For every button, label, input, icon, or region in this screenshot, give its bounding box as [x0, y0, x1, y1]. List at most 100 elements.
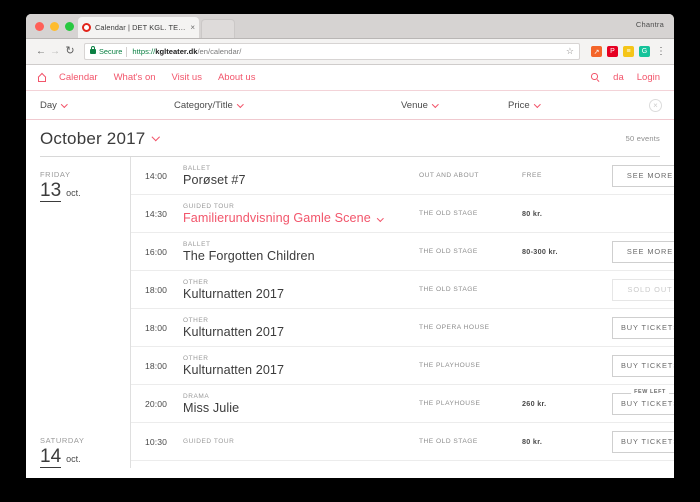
event-category: OTHER — [183, 279, 419, 286]
event-row[interactable]: 16:00BALLETThe Forgotten ChildrenTHE OLD… — [131, 233, 674, 271]
day-weekday: FRIDAY — [40, 170, 130, 179]
event-main: OTHERKulturnatten 2017 — [183, 355, 419, 377]
event-title-row: Kulturnatten 2017 — [183, 325, 419, 339]
clear-filters-button[interactable]: × — [649, 99, 662, 112]
day-number: 14 — [40, 447, 61, 468]
filter-venue[interactable]: Venue — [401, 100, 439, 111]
tab-favicon-icon — [82, 23, 91, 32]
analytics-extension-icon[interactable]: ↗ — [591, 46, 602, 57]
event-row[interactable]: 18:00OTHERKulturnatten 2017THE OPERA HOU… — [131, 309, 674, 347]
event-title-row: Porøset #7 — [183, 173, 419, 187]
buy-tickets-button[interactable]: BUY TICKETS — [612, 393, 674, 415]
event-price: 80 kr. — [522, 209, 612, 218]
event-price: FREE — [522, 172, 612, 179]
event-action: SEE MORE — [612, 241, 674, 263]
filter-category-label: Category/Title — [174, 100, 233, 111]
event-row[interactable]: 14:30GUIDED TOURFamilierundvisning Gamle… — [131, 195, 674, 233]
url-host: kglteater.dk — [155, 47, 197, 56]
event-category: GUIDED TOUR — [183, 438, 419, 445]
chevron-down-icon[interactable] — [153, 134, 159, 140]
event-category: DRAMA — [183, 393, 419, 400]
day-label-column: FRIDAY 13oct. — [26, 157, 130, 423]
filter-price[interactable]: Price — [508, 100, 541, 111]
buy-tickets-button[interactable]: BUY TICKETS — [612, 431, 674, 453]
see-more-button[interactable]: SEE MORE — [612, 241, 674, 263]
profile-name[interactable]: Chantra — [636, 20, 664, 29]
event-title[interactable]: Kulturnatten 2017 — [183, 325, 284, 339]
sold-out-button: SOLD OUT — [612, 279, 674, 301]
window-controls[interactable] — [35, 22, 74, 31]
close-window-button[interactable] — [35, 22, 44, 31]
event-time: 10:30 — [145, 437, 183, 447]
event-title[interactable]: Familierundvisning Gamle Scene — [183, 211, 371, 225]
browser-toolbar: ← → ↻ Secure https:// kglteater.dk /en/c… — [26, 39, 674, 65]
event-row[interactable]: 18:00OTHERKulturnatten 2017THE PLAYHOUSE… — [131, 347, 674, 385]
new-tab-button[interactable] — [201, 19, 235, 38]
filter-day[interactable]: Day — [40, 100, 68, 111]
day-month-abbr: oct. — [66, 454, 81, 464]
maximize-window-button[interactable] — [65, 22, 74, 31]
chevron-down-icon[interactable] — [378, 216, 384, 222]
event-venue: OUT AND ABOUT — [419, 172, 522, 179]
search-icon[interactable] — [591, 73, 600, 82]
event-title[interactable]: Porøset #7 — [183, 173, 246, 187]
event-title[interactable]: The Forgotten Children — [183, 249, 315, 263]
nav-link-about-us[interactable]: About us — [218, 72, 256, 83]
event-time: 18:00 — [145, 361, 183, 371]
see-more-button[interactable]: SEE MORE — [612, 165, 674, 187]
home-icon[interactable] — [38, 73, 48, 82]
bookmark-star-icon[interactable]: ☆ — [566, 46, 574, 57]
event-row[interactable]: 18:00OTHERKulturnatten 2017THE OLD STAGE… — [131, 271, 674, 309]
notes-extension-icon[interactable]: ≡ — [623, 46, 634, 57]
event-time: 16:00 — [145, 247, 183, 257]
event-list: 14:00BALLETPorøset #7OUT AND ABOUTFREESE… — [130, 157, 674, 423]
event-row[interactable]: 20:00DRAMAMiss JulieTHE PLAYHOUSE260 kr.… — [131, 385, 674, 423]
event-main: GUIDED TOUR — [183, 438, 419, 446]
event-title-row: Kulturnatten 2017 — [183, 287, 419, 301]
event-action-wrap: BUY TICKETS — [612, 431, 674, 453]
lock-icon — [90, 49, 96, 54]
event-venue: THE OLD STAGE — [419, 438, 522, 445]
event-title-row: Miss Julie — [183, 401, 419, 415]
event-row[interactable]: 14:00BALLETPorøset #7OUT AND ABOUTFREESE… — [131, 157, 674, 195]
day-number: 13 — [40, 181, 61, 202]
day-date: 13oct. — [40, 181, 130, 202]
event-title[interactable]: Kulturnatten 2017 — [183, 363, 284, 377]
nav-link-calendar[interactable]: Calendar — [59, 72, 98, 83]
chevron-down-icon — [433, 102, 439, 108]
language-toggle[interactable]: da — [613, 72, 624, 83]
buy-tickets-button[interactable]: BUY TICKETS — [612, 317, 674, 339]
event-row[interactable]: 10:30GUIDED TOURTHE OLD STAGE80 kr.BUY T… — [131, 423, 674, 461]
browser-tab[interactable]: Calendar | DET KGL. TEATER × — [78, 17, 199, 38]
back-button[interactable]: ← — [34, 47, 48, 57]
grammar-extension-icon[interactable]: G — [639, 46, 650, 57]
login-link[interactable]: Login — [637, 72, 660, 83]
nav-link-visit-us[interactable]: Visit us — [172, 72, 202, 83]
event-action: SEE MORE — [612, 165, 674, 187]
event-time: 18:00 — [145, 323, 183, 333]
pinterest-extension-icon[interactable]: P — [607, 46, 618, 57]
buy-tickets-button[interactable]: BUY TICKETS — [612, 355, 674, 377]
event-action-wrap: SOLD OUT — [612, 279, 674, 301]
event-title[interactable]: Kulturnatten 2017 — [183, 287, 284, 301]
few-left-badge: FEW LEFT — [631, 389, 669, 395]
site-navbar: Calendar What's on Visit us About us da … — [26, 65, 674, 91]
event-venue: THE PLAYHOUSE — [419, 400, 522, 407]
filter-category-title[interactable]: Category/Title — [174, 100, 244, 111]
tab-close-icon[interactable]: × — [190, 23, 195, 32]
event-title[interactable]: Miss Julie — [183, 401, 239, 415]
chevron-down-icon — [535, 102, 541, 108]
event-venue: THE OPERA HOUSE — [419, 324, 522, 331]
screen: Calendar | DET KGL. TEATER × Chantra ← →… — [0, 0, 700, 502]
month-header: October 2017 50 events — [26, 120, 674, 157]
address-bar[interactable]: Secure https:// kglteater.dk /en/calenda… — [84, 43, 580, 60]
forward-button[interactable]: → — [48, 47, 62, 57]
browser-menu-icon[interactable]: ⋮ — [656, 47, 666, 57]
minimize-window-button[interactable] — [50, 22, 59, 31]
event-action: BUY TICKETS — [612, 431, 674, 453]
events-count: 50 events — [626, 134, 660, 143]
nav-link-whats-on[interactable]: What's on — [114, 72, 156, 83]
event-venue: THE OLD STAGE — [419, 210, 522, 217]
reload-button[interactable]: ↻ — [62, 46, 78, 57]
event-category: BALLET — [183, 241, 419, 248]
